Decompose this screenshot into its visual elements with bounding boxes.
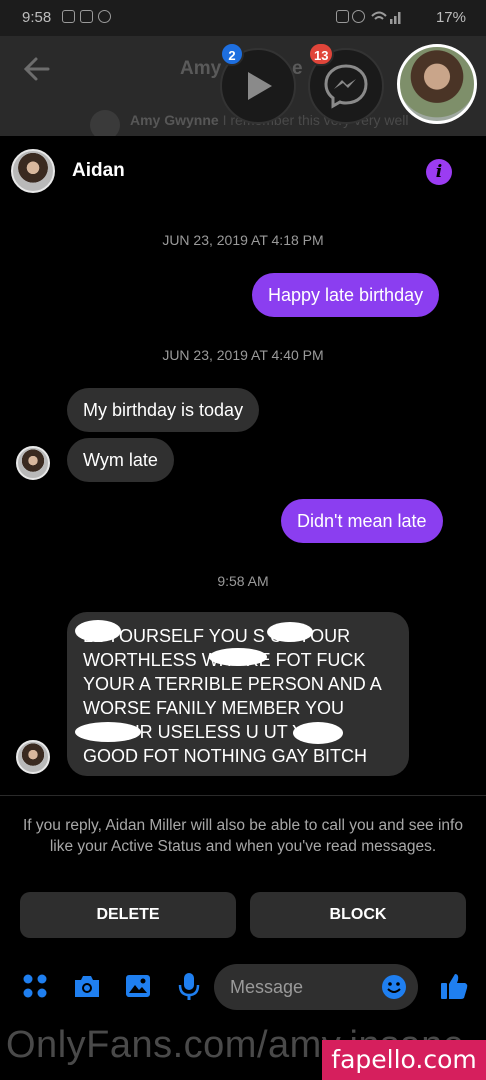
message-input[interactable]: Message <box>214 964 418 1010</box>
message-line: LL YOURSELF YOU S UT YOUR <box>83 626 351 646</box>
mute-icon <box>336 10 349 23</box>
video-badge: 2 <box>220 42 244 66</box>
outgoing-message[interactable]: Didn't mean late <box>281 499 443 543</box>
divider <box>0 795 486 796</box>
watermark-badge: fapello.com <box>322 1040 486 1080</box>
messenger-notification-icon <box>98 10 111 23</box>
status-bar: 9:58 17% <box>0 0 486 36</box>
emoji-icon[interactable] <box>381 974 407 1000</box>
timestamp: 9:58 AM <box>217 573 269 589</box>
notification-icon <box>62 10 75 23</box>
sender-avatar <box>16 740 50 774</box>
back-arrow-icon[interactable] <box>22 54 52 84</box>
more-apps-icon[interactable] <box>22 973 48 999</box>
info-icon[interactable]: i <box>426 159 452 185</box>
redaction-mark <box>75 620 121 642</box>
message-line: WORSE FANILY MEMBER YOU <box>83 698 345 718</box>
delete-button[interactable]: DELETE <box>20 892 236 938</box>
outgoing-message[interactable]: Happy late birthday <box>252 273 440 317</box>
alarm-icon <box>352 10 365 23</box>
contact-avatar[interactable] <box>11 149 55 193</box>
message-line: GOOD FOT NOTHING GAY BITCH <box>83 746 368 766</box>
profile-chat-head[interactable] <box>397 44 477 124</box>
gallery-notification-icon <box>80 10 93 23</box>
messenger-badge: 13 <box>308 42 335 66</box>
camera-icon[interactable] <box>72 973 102 999</box>
microphone-icon[interactable] <box>178 972 200 1002</box>
gallery-icon[interactable] <box>124 973 152 999</box>
sender-avatar <box>16 446 50 480</box>
battery-level: 17% <box>435 9 466 26</box>
wifi-signal-icon <box>371 11 401 24</box>
message-line: YOUR A TERRIBLE PERSON AND A <box>83 674 382 694</box>
status-time: 9:58 <box>22 9 52 26</box>
redaction-mark <box>75 722 141 742</box>
timestamp: JUN 23, 2019 AT 4:40 PM <box>162 347 324 363</box>
incoming-message-long[interactable]: LL YOURSELF YOU S UT YOUR WORTHLESS WHOR… <box>67 612 409 776</box>
thumbs-up-icon[interactable] <box>440 971 468 1001</box>
block-button[interactable]: BLOCK <box>250 892 466 938</box>
redaction-mark <box>293 722 343 744</box>
incoming-message[interactable]: My birthday is today <box>67 388 260 432</box>
incoming-message[interactable]: Wym late <box>67 438 174 482</box>
background-chat-title: Amy <box>180 58 222 79</box>
timestamp: JUN 23, 2019 AT 4:18 PM <box>162 232 324 248</box>
redaction-mark <box>267 622 313 642</box>
message-request-notice: If you reply, Aidan Miller will also be … <box>23 817 463 855</box>
redaction-mark <box>209 648 267 666</box>
contact-name: Aidan <box>72 160 125 181</box>
message-placeholder: Message <box>230 977 304 997</box>
